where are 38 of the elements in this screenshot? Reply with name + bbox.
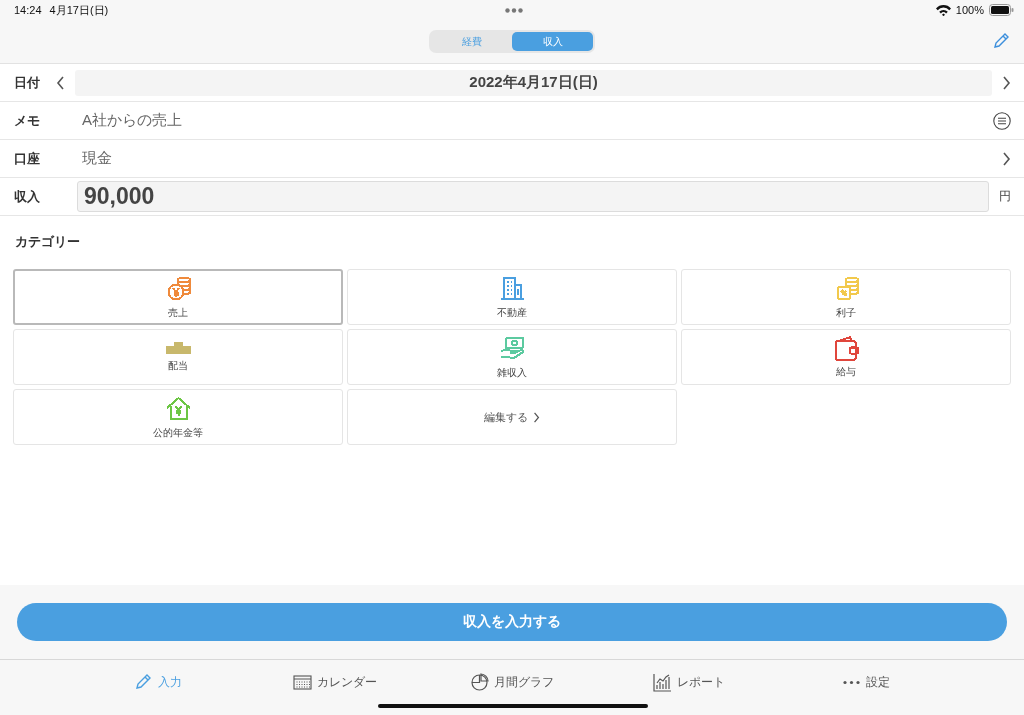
edit-categories-button[interactable]: 編集する	[347, 389, 677, 445]
field-label: 収入	[14, 187, 41, 206]
category-button[interactable]: 給与	[681, 329, 1011, 385]
currency-unit: 円	[999, 188, 1011, 205]
wifi-icon	[935, 4, 951, 16]
pie-icon	[470, 673, 489, 692]
field-label: 日付	[14, 73, 41, 92]
tab-bar-item[interactable]: 月間グラフ	[423, 660, 601, 715]
tab-bar-item[interactable]: 設定	[777, 660, 954, 715]
section-heading: カテゴリー	[14, 233, 81, 251]
tab-bar-item[interactable]: カレンダー	[246, 660, 424, 715]
category-button[interactable]: 配当	[13, 329, 343, 385]
memo-field[interactable]: A社からの売上	[82, 111, 983, 130]
field-label: メモ	[14, 111, 41, 130]
account-value[interactable]: 現金	[82, 149, 1004, 168]
status-date: 4月17日(日)	[49, 2, 109, 18]
battery-icon	[989, 4, 1014, 16]
bars-icon	[652, 673, 672, 692]
category-button[interactable]: 雑収入	[347, 329, 677, 385]
chevron-left-icon[interactable]	[56, 75, 65, 90]
list-icon[interactable]	[993, 111, 1011, 130]
calendar-icon	[293, 673, 313, 692]
category-button[interactable]: 不動産	[347, 269, 677, 325]
multitasking-dots-icon[interactable]	[505, 7, 523, 13]
amount-field[interactable]: 90,000	[77, 181, 989, 212]
tab-bar-item[interactable]: レポート	[600, 660, 778, 715]
chevron-right-icon[interactable]	[1002, 151, 1011, 166]
dots-icon	[841, 680, 861, 685]
category-button[interactable]: 公的年金等	[13, 389, 343, 445]
field-label: 口座	[14, 149, 41, 168]
category-button[interactable]: 利子	[681, 269, 1011, 325]
battery-percent: 100%	[955, 4, 984, 16]
category-button[interactable]: 売上	[13, 269, 343, 325]
status-time: 14:24	[14, 4, 42, 16]
date-field[interactable]: 2022年4月17日(日)	[75, 69, 992, 96]
chevron-right-icon	[533, 411, 540, 423]
chevron-right-icon[interactable]	[1002, 75, 1011, 90]
edit-icon[interactable]	[992, 32, 1010, 50]
